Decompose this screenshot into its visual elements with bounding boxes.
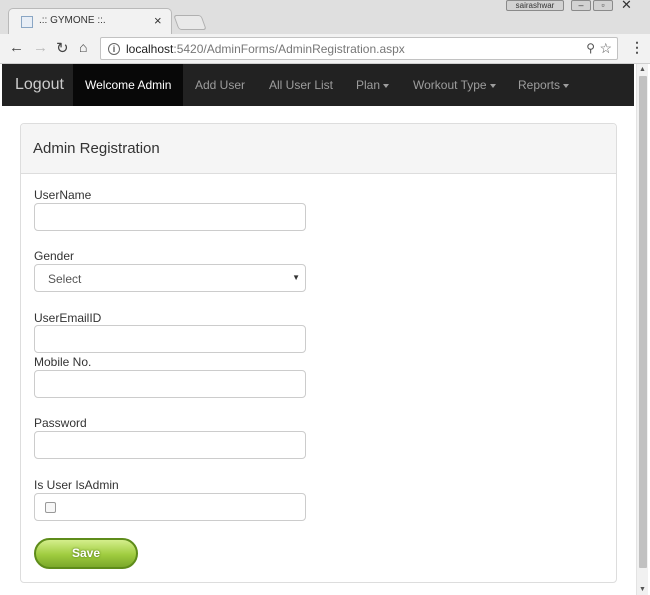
nav-plan[interactable]: Plan — [344, 64, 401, 106]
browser-toolbar: ← → ↻ ⌂ i localhost:5420/AdminForms/Admi… — [0, 34, 650, 64]
caret-down-icon — [489, 83, 496, 88]
gender-label: Gender — [34, 249, 75, 263]
nav-plan-label: Plan — [356, 78, 381, 92]
key-icon[interactable]: ⚲ — [586, 41, 595, 55]
profile-badge[interactable]: sairashwar — [506, 0, 564, 11]
username-input[interactable] — [34, 203, 306, 231]
caret-down-icon — [383, 83, 390, 88]
url-path: :5420/AdminForms/AdminRegistration.aspx — [173, 42, 405, 56]
nav-workout-type[interactable]: Workout Type — [401, 64, 508, 106]
nav-add-user[interactable]: Add User — [183, 64, 257, 106]
back-icon[interactable]: ← — [9, 39, 24, 56]
nav-reports-label: Reports — [518, 78, 561, 92]
browser-tabstrip: .:: GYMONE ::. × sairashwar – ▫ ✕ — [0, 0, 650, 34]
forward-icon[interactable]: → — [33, 39, 48, 56]
mobile-input[interactable] — [34, 370, 306, 398]
panel-title: Admin Registration — [21, 124, 616, 174]
tab-close-icon[interactable]: × — [154, 13, 162, 28]
email-label: UserEmailID — [34, 311, 102, 325]
save-button[interactable]: Save — [34, 538, 138, 569]
nav-welcome-admin[interactable]: Welcome Admin — [73, 64, 184, 106]
scrollbar-thumb[interactable] — [639, 76, 647, 568]
chevron-down-icon: ▼ — [292, 273, 300, 282]
password-input[interactable] — [34, 431, 306, 459]
isadmin-field — [34, 493, 306, 521]
mobile-label: Mobile No. — [34, 355, 92, 369]
restore-icon[interactable]: ▫ — [593, 0, 613, 11]
gender-select[interactable]: Select ▼ — [34, 264, 306, 292]
url-host: localhost — [126, 42, 174, 56]
page-viewport: Logout Welcome Admin Add User All User L… — [0, 64, 650, 595]
address-bar[interactable]: i localhost:5420/AdminForms/AdminRegistr… — [100, 37, 618, 60]
home-icon[interactable]: ⌂ — [79, 39, 87, 55]
logout-link[interactable]: Logout — [15, 76, 64, 94]
new-tab-button[interactable] — [173, 15, 207, 30]
nav-reports[interactable]: Reports — [506, 64, 581, 106]
minimize-icon[interactable]: – — [571, 0, 591, 11]
tab-title: .:: GYMONE ::. — [39, 15, 106, 26]
window-close-icon[interactable]: ✕ — [621, 0, 632, 13]
top-navbar: Logout Welcome Admin Add User All User L… — [2, 64, 634, 106]
url-text[interactable]: localhost:5420/AdminForms/AdminRegistrat… — [126, 42, 405, 56]
password-label: Password — [34, 416, 87, 430]
reload-icon[interactable]: ↻ — [56, 39, 69, 57]
scroll-up-icon[interactable]: ▲ — [639, 66, 646, 73]
nav-all-user-list[interactable]: All User List — [257, 64, 345, 106]
isadmin-checkbox[interactable] — [45, 502, 56, 513]
username-label: UserName — [34, 188, 92, 202]
email-input[interactable] — [34, 325, 306, 353]
info-icon[interactable]: i — [108, 43, 120, 55]
star-icon[interactable]: ☆ — [599, 40, 612, 57]
menu-icon[interactable]: ⋮ — [630, 39, 644, 56]
caret-down-icon — [563, 83, 570, 88]
gender-selected-value: Select — [48, 272, 82, 286]
nav-workout-type-label: Workout Type — [413, 78, 487, 92]
scroll-down-icon[interactable]: ▼ — [639, 586, 646, 593]
browser-tab[interactable]: .:: GYMONE ::. × — [8, 8, 172, 34]
page-favicon-icon — [21, 16, 33, 28]
registration-panel: Admin Registration UserName Gender Selec… — [20, 123, 617, 583]
page-scrollbar[interactable]: ▲ ▼ — [636, 64, 648, 595]
isadmin-label: Is User IsAdmin — [34, 478, 119, 492]
